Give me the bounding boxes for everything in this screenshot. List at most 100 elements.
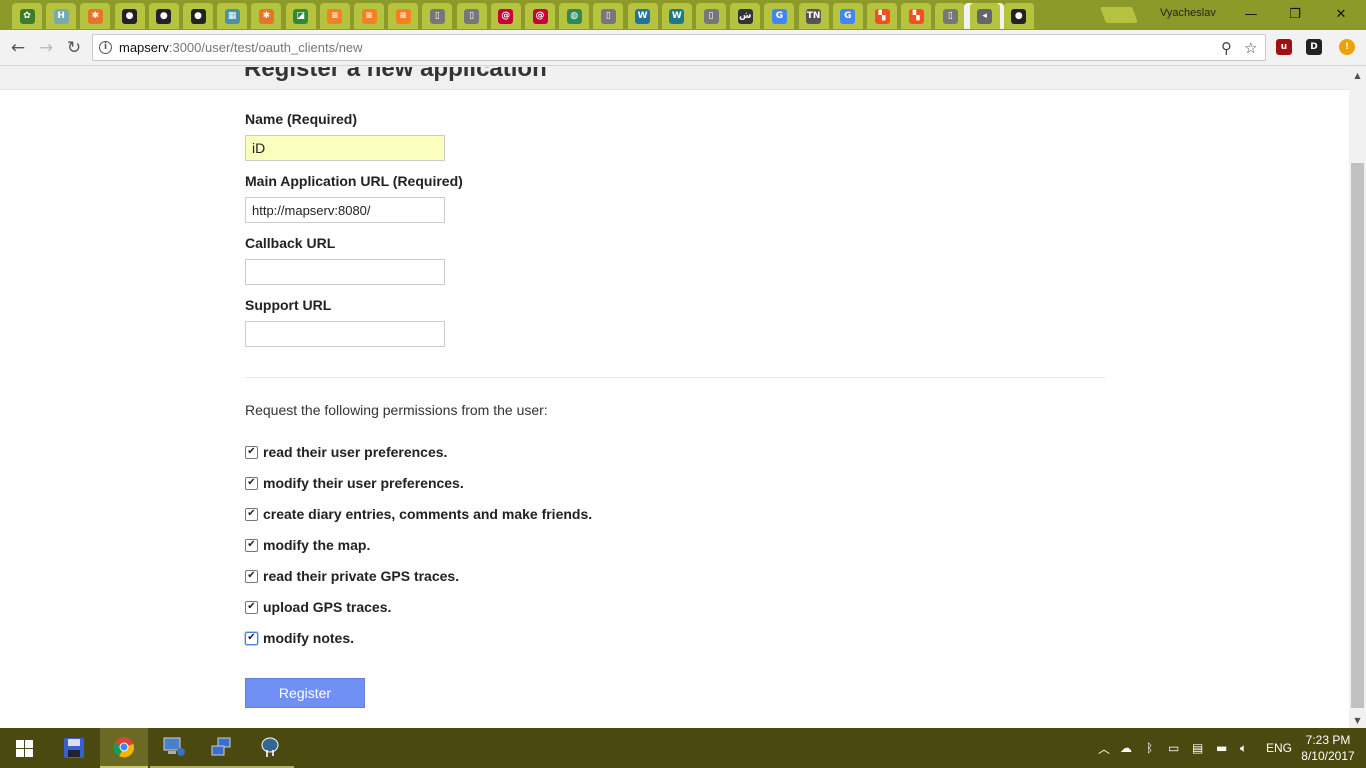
browser-tab[interactable]: ✱ — [251, 3, 282, 29]
permission-checkbox[interactable]: ✔ — [245, 538, 258, 552]
tablet-icon[interactable]: ▤ — [1192, 728, 1203, 768]
scrollbar-thumb[interactable] — [1351, 163, 1364, 708]
permission-checkbox[interactable]: ✔ — [245, 507, 258, 521]
browser-tab[interactable]: ▚ — [867, 3, 897, 29]
permission-label[interactable]: modify the map. — [263, 537, 370, 553]
github-icon: ● — [190, 8, 206, 24]
minimize-button[interactable]: — — [1228, 0, 1274, 28]
new-tab-button[interactable] — [1100, 7, 1138, 23]
browser-tab[interactable]: @ — [525, 3, 555, 29]
reload-icon[interactable]: ↻ — [62, 36, 86, 60]
volume-icon[interactable]: 🔈︎ — [1240, 728, 1247, 768]
permission-checkbox[interactable]: ✔ — [245, 476, 258, 490]
browser-tab[interactable]: ▯ — [696, 3, 726, 29]
alert-icon[interactable]: ! — [1339, 39, 1355, 55]
permission-label[interactable]: modify their user preferences. — [263, 475, 464, 491]
browser-tab[interactable]: @ — [490, 3, 521, 29]
tab-strip: ✿H✱●●●▦✱◪≡≡≡▯▯@@◍▯WW▯شGTNG▚▚▯×◂● Vyaches… — [0, 0, 1366, 30]
browser-tab[interactable]: ✱ — [80, 3, 111, 29]
main-url-field[interactable] — [245, 197, 445, 223]
main-url-label: Main Application URL (Required) — [245, 173, 463, 189]
browser-tab[interactable]: TN — [798, 3, 829, 29]
w-teal-icon: W — [669, 8, 685, 24]
browser-tab[interactable]: ● — [1003, 3, 1034, 29]
support-url-field[interactable] — [245, 321, 445, 347]
permission-label[interactable]: create diary entries, comments and make … — [263, 506, 592, 522]
start-button[interactable] — [0, 728, 48, 768]
scroll-up-arrow-icon[interactable]: ▲ — [1349, 67, 1366, 83]
network-computer-icon[interactable] — [150, 728, 198, 768]
browser-tab[interactable]: ▯ — [935, 3, 966, 29]
permission-checkbox[interactable]: ✔ — [245, 600, 258, 614]
browser-tab[interactable]: ≡ — [388, 3, 419, 29]
browser-tab[interactable]: G — [764, 3, 795, 29]
url-path: :3000/user/test/oauth_clients/new — [168, 40, 363, 55]
page-viewport: Register a new application Name (Require… — [0, 67, 1349, 728]
profile-name[interactable]: Vyacheslav — [1160, 7, 1216, 19]
browser-tab[interactable]: W — [661, 3, 692, 29]
permission-label[interactable]: read their private GPS traces. — [263, 568, 459, 584]
remote-desktop-icon[interactable] — [198, 728, 246, 768]
bookmark-star-icon[interactable]: ☆ — [1244, 39, 1257, 57]
browser-tab[interactable]: ≡ — [354, 3, 384, 29]
browser-tab[interactable]: ▯ — [422, 3, 453, 29]
browser-tab[interactable]: ش — [730, 3, 761, 29]
forward-arrow-icon[interactable]: → — [34, 36, 58, 60]
browser-tab[interactable]: W — [627, 3, 658, 29]
browser-tab[interactable]: ● — [183, 3, 213, 29]
vertical-scrollbar[interactable]: ▲ ▼ — [1349, 67, 1366, 728]
onedrive-cloud-icon[interactable]: ☁ — [1120, 728, 1132, 768]
name-field[interactable] — [245, 135, 445, 161]
address-bar[interactable]: i mapserv:3000/user/test/oauth_clients/n… — [92, 34, 1266, 61]
restore-button[interactable]: ❐ — [1272, 0, 1318, 28]
permission-label[interactable]: modify notes. — [263, 630, 354, 646]
page-header-strip: Register a new application — [0, 67, 1349, 90]
stack-icon: ≡ — [327, 8, 343, 24]
postgres-elephant-icon[interactable] — [246, 728, 294, 768]
browser-tab[interactable]: ● — [148, 3, 179, 29]
browser-tab[interactable]: ● — [114, 3, 145, 29]
permission-label[interactable]: read their user preferences. — [263, 444, 447, 460]
system-clock[interactable]: 7:23 PM 8/10/2017 — [1290, 732, 1366, 764]
info-icon[interactable]: i — [99, 41, 112, 54]
debian-icon: @ — [498, 8, 514, 24]
bluetooth-icon[interactable]: ᛒ — [1146, 728, 1153, 768]
permission-checkbox[interactable]: ✔ — [245, 445, 258, 459]
language-indicator[interactable]: ENG — [1266, 728, 1292, 768]
permission-row: ✔ read their user preferences. — [245, 444, 447, 460]
debian-icon: @ — [532, 8, 548, 24]
h-icon: H — [53, 8, 69, 24]
browser-tab[interactable]: ▚ — [901, 3, 932, 29]
browser-tab[interactable]: ◍ — [559, 3, 590, 29]
save-disk-icon[interactable] — [50, 728, 98, 768]
browser-tab[interactable]: ▦ — [217, 3, 248, 29]
scroll-down-arrow-icon[interactable]: ▼ — [1349, 712, 1366, 728]
permission-label[interactable]: upload GPS traces. — [263, 599, 391, 615]
url-text[interactable]: mapserv:3000/user/test/oauth_clients/new — [119, 40, 363, 55]
browser-tab[interactable]: ◂ — [969, 3, 1000, 29]
browser-tab[interactable]: ✿ — [12, 3, 42, 29]
ublock-extension-icon[interactable]: u — [1276, 39, 1292, 55]
network-icon[interactable]: ▭ — [1168, 728, 1179, 768]
browser-tab[interactable]: ◪ — [285, 3, 316, 29]
permissions-intro: Request the following permissions from t… — [245, 402, 548, 418]
back-arrow-icon[interactable]: ← — [6, 36, 30, 60]
register-button[interactable]: Register — [245, 678, 365, 708]
permission-checkbox[interactable]: ✔ — [245, 569, 258, 583]
browser-tab[interactable]: ▯ — [593, 3, 624, 29]
browser-tab[interactable]: ≡ — [319, 3, 350, 29]
close-window-button[interactable]: ✕ — [1318, 0, 1364, 28]
show-hidden-icons-chevron-icon[interactable]: ︿ — [1098, 728, 1110, 768]
browser-tab[interactable]: H — [46, 3, 77, 29]
page-title: Register a new application — [244, 67, 547, 82]
key-icon[interactable]: ⚲ — [1221, 39, 1232, 57]
browser-tab[interactable]: ▯ — [456, 3, 487, 29]
browser-tab[interactable]: G — [832, 3, 863, 29]
battery-power-icon[interactable]: ▬ — [1216, 728, 1227, 768]
url-host: mapserv — [119, 40, 169, 55]
permission-checkbox[interactable]: ✔ — [245, 631, 258, 645]
chrome-icon[interactable] — [100, 728, 148, 768]
page-icon: ▯ — [703, 8, 719, 24]
extension-d-icon[interactable]: D — [1306, 39, 1322, 55]
callback-url-field[interactable] — [245, 259, 445, 285]
